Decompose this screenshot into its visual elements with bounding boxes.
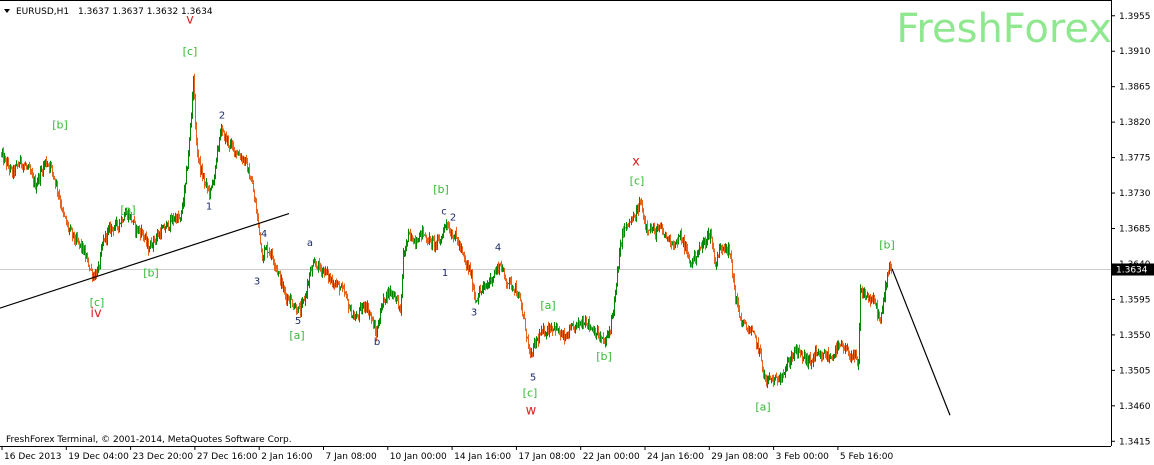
x-tick-label: 2 Jan 16:00 [261, 452, 313, 462]
x-tick-label: 29 Jan 08:00 [711, 452, 768, 462]
x-tick-label: 14 Jan 16:00 [454, 452, 511, 462]
wave-label: [b] [879, 238, 895, 251]
wave-label: a [307, 238, 313, 249]
wave-label: [c] [183, 45, 198, 58]
wave-label: [b] [596, 350, 612, 363]
wave-label: x [632, 155, 640, 170]
wave-label: [c] [523, 386, 538, 399]
footer-copyright: FreshForex Terminal, © 2001-2014, MetaQu… [6, 435, 292, 445]
triangle-down-icon[interactable] [4, 9, 10, 13]
x-axis-ticks: 16 Dec 2013 19 Dec 04:00 23 Dec 20:00 27 De… [1, 446, 894, 462]
trendline[interactable] [0, 212, 290, 309]
wave-label: [a] [540, 299, 555, 312]
wave-label: 4 [261, 229, 267, 240]
x-tick-label: 19 Dec 04:00 [68, 452, 129, 462]
wave-label: c [441, 206, 447, 217]
x-tick-label: 23 Dec 20:00 [133, 452, 194, 462]
wave-label: 2 [219, 110, 225, 121]
watermark: FreshForex [896, 6, 1112, 52]
wave-label: [b] [52, 119, 68, 132]
wave-label: 3 [471, 307, 477, 318]
current-price-tag: 1.3634 [1112, 263, 1154, 276]
wave-label: 5 [295, 316, 301, 327]
wave-label: b [374, 337, 380, 348]
wave-label: iv [90, 306, 102, 321]
wave-label: 3 [254, 277, 260, 288]
x-tick-label: 7 Jan 08:00 [326, 452, 378, 462]
wave-label: 2 [450, 213, 456, 224]
chart-header: EURUSD,H1 1.3637 1.3637 1.3632 1.3634 [4, 7, 213, 17]
y-tick-label: 1.3730 [1119, 189, 1151, 199]
y-tick-label: 1.3955 [1119, 12, 1151, 22]
wave-label: [a] [755, 401, 770, 414]
y-tick-label: 1.3685 [1119, 225, 1151, 235]
y-tick-label: 1.3775 [1119, 154, 1151, 164]
y-tick-label: 1.3910 [1119, 47, 1151, 57]
ohlc-values: 1.3637 1.3637 1.3632 1.3634 [78, 7, 213, 17]
wave-label: 4 [495, 243, 501, 254]
x-tick-label: 5 Feb 16:00 [840, 452, 894, 462]
x-tick-label: 10 Jan 00:00 [390, 452, 447, 462]
wave-label: [a] [120, 204, 135, 217]
y-tick-label: 1.3460 [1119, 402, 1151, 412]
price-chart[interactable]: FreshForex v[c][b][a][b][c]iv21435[a]ab[… [0, 0, 1154, 465]
current-price-label: 1.3634 [1116, 266, 1148, 276]
y-tick-label: 1.3820 [1119, 118, 1151, 128]
x-tick-label: 27 Dec 16:00 [197, 452, 258, 462]
wave-label: [b] [143, 267, 159, 280]
y-tick-label: 1.3415 [1119, 437, 1151, 447]
x-tick-label: 24 Jan 16:00 [647, 452, 704, 462]
x-tick-label: 17 Jan 08:00 [518, 452, 575, 462]
x-tick-label: 22 Jan 00:00 [583, 452, 640, 462]
wave-label: [a] [289, 329, 304, 342]
y-tick-label: 1.3505 [1119, 366, 1151, 376]
wave-label: w [526, 404, 537, 419]
y-tick-label: 1.3865 [1119, 83, 1151, 93]
wave-label: 1 [442, 268, 448, 279]
projection-line[interactable] [891, 268, 951, 416]
y-tick-label: 1.3550 [1119, 331, 1151, 341]
wave-label: [b] [433, 183, 449, 196]
symbol-label: EURUSD,H1 [16, 7, 69, 17]
x-tick-label: 16 Dec 2013 [4, 452, 62, 462]
y-tick-label: 1.3595 [1119, 295, 1151, 305]
wave-label: 5 [530, 373, 536, 384]
y-axis-ticks: 1.3955 1.3910 1.3865 1.3820 1.3775 1.3730 1.36… [1111, 12, 1151, 447]
candles-group [1, 73, 892, 389]
x-tick-label: 3 Feb 00:00 [776, 452, 830, 462]
wave-label: 1 [206, 202, 212, 213]
wave-label: [c] [630, 174, 645, 187]
